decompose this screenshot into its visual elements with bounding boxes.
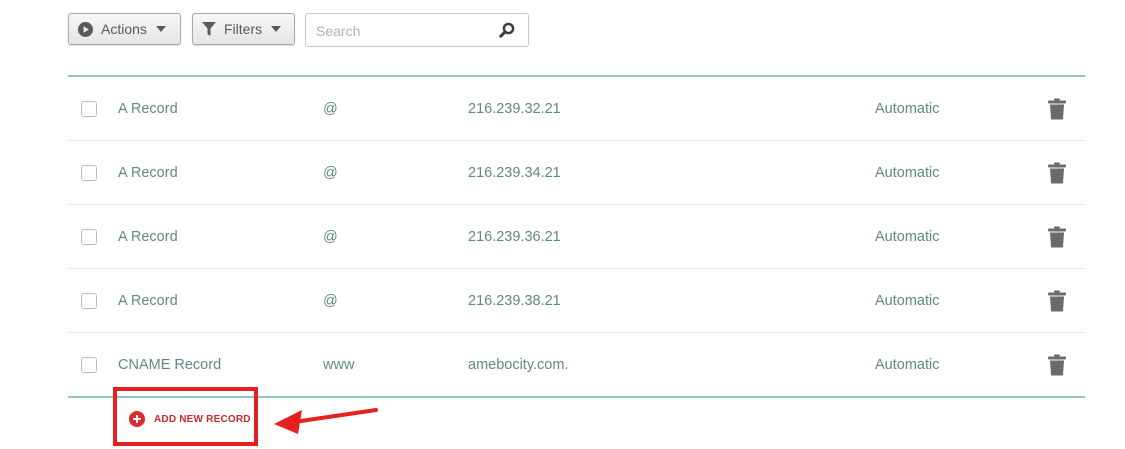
play-circle-icon [78,21,93,37]
record-type: A Record [118,100,178,117]
add-new-record-button[interactable]: ADD NEW RECORD [129,411,251,427]
search-input[interactable] [314,20,488,42]
record-value: 216.239.34.21 [468,164,561,181]
filters-label: Filters [224,21,263,37]
row-checkbox[interactable] [81,100,97,117]
record-host: @ [323,164,338,181]
row-checkbox[interactable] [81,292,97,309]
actions-button[interactable]: Actions [68,13,181,45]
chevron-down-icon [271,26,282,32]
table-row: A Record @ 216.239.38.21 Automatic [68,269,1085,333]
record-type: CNAME Record [118,356,222,373]
record-type: A Record [118,292,178,309]
add-new-record-label: ADD NEW RECORD [154,413,251,425]
dns-records-table: A Record @ 216.239.32.21 Automatic A Rec… [68,75,1085,398]
trash-icon[interactable] [1048,98,1066,119]
record-host: www [323,356,355,373]
record-ttl: Automatic [875,356,940,373]
row-checkbox[interactable] [81,164,97,181]
actions-label: Actions [101,21,147,37]
record-ttl: Automatic [875,292,940,309]
trash-icon[interactable] [1048,162,1066,183]
trash-icon[interactable] [1048,290,1066,311]
record-value: 216.239.36.21 [468,228,561,245]
chevron-down-icon [155,26,166,32]
search-box [305,13,529,47]
table-row: A Record @ 216.239.32.21 Automatic [68,77,1085,141]
arrow-icon [274,408,378,434]
add-record-highlight: ADD NEW RECORD [113,387,258,446]
record-value: 216.239.32.21 [468,100,561,117]
filters-button[interactable]: Filters [192,13,295,45]
table-row: A Record @ 216.239.36.21 Automatic [68,205,1085,269]
record-host: @ [323,292,338,309]
row-checkbox[interactable] [81,228,97,245]
row-checkbox[interactable] [81,356,97,373]
table-row: A Record @ 216.239.34.21 Automatic [68,141,1085,205]
record-ttl: Automatic [875,100,940,117]
record-ttl: Automatic [875,228,940,245]
record-type: A Record [118,164,178,181]
plus-circle-icon [129,411,145,427]
record-host: @ [323,100,338,117]
record-type: A Record [118,228,178,245]
record-host: @ [323,228,338,245]
search-icon[interactable] [499,22,515,38]
record-value: amebocity.com. [468,356,569,373]
trash-icon[interactable] [1048,226,1066,247]
trash-icon[interactable] [1048,354,1066,375]
record-ttl: Automatic [875,164,940,181]
record-value: 216.239.38.21 [468,292,561,309]
filter-icon [202,21,216,36]
